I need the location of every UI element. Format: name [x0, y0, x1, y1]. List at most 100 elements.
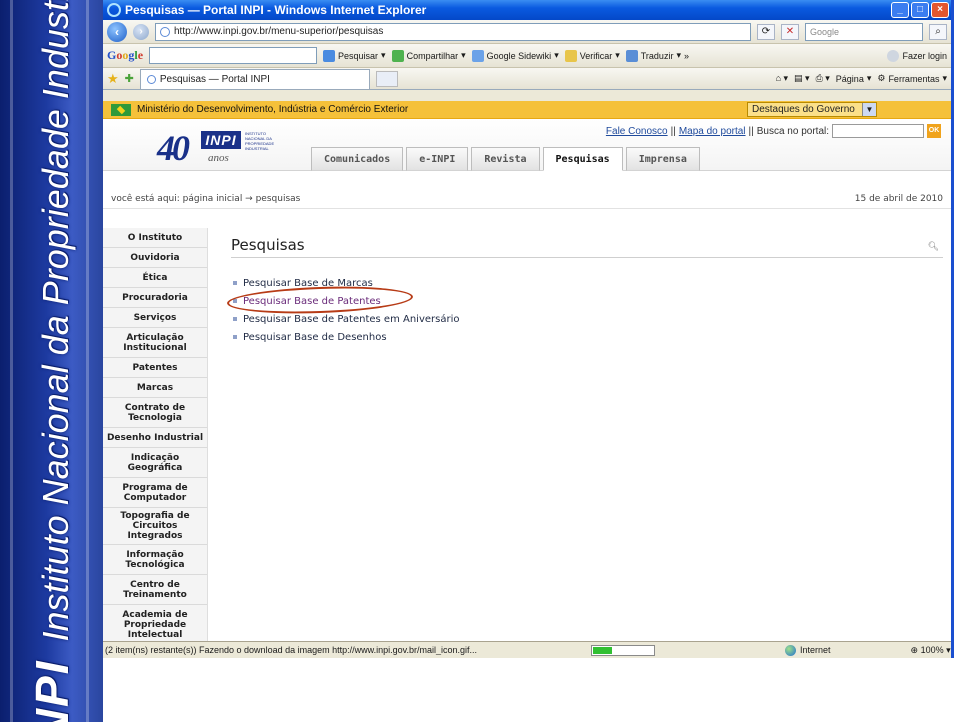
security-zone[interactable]: Internet: [785, 644, 831, 656]
browser-tab[interactable]: Pesquisas — Portal INPI: [139, 68, 370, 89]
verificar-button[interactable]: Verificar ▾: [564, 49, 620, 62]
window-title: Pesquisas — Portal INPI - Windows Intern…: [125, 3, 427, 17]
sidebar-item-topografia[interactable]: Topografia de Circuitos Integrados: [103, 508, 207, 545]
google-logo: Google: [107, 48, 144, 62]
ministry-label: Ministério do Desenvolvimento, Indústria…: [137, 104, 409, 115]
browser-search-input[interactable]: Google: [805, 22, 923, 41]
sidebar-item-academia[interactable]: Academia de Propriedade Intelectual: [103, 605, 207, 641]
traduzir-button[interactable]: Traduzir ▾ »: [625, 49, 689, 62]
search-ok-button[interactable]: OK: [927, 124, 941, 138]
tools-menu[interactable]: ⚙ Ferramentas ▾: [877, 73, 947, 84]
government-highlights-select[interactable]: Destaques do Governo ▼: [747, 102, 877, 117]
sidebar-item-procuradoria[interactable]: Procuradoria: [103, 288, 207, 308]
forward-button[interactable]: ›: [133, 23, 149, 40]
government-bar: Ministério do Desenvolvimento, Indústria…: [103, 101, 951, 119]
main-nav-tabs: Comunicados e-INPI Revista Pesquisas Imp…: [311, 147, 700, 171]
sidebar-item-indicacao[interactable]: Indicação Geográfica: [103, 448, 207, 478]
tab-pesquisas[interactable]: Pesquisas: [542, 147, 623, 171]
tab-comunicados[interactable]: Comunicados: [311, 147, 404, 171]
current-date: 15 de abril de 2010: [854, 193, 943, 204]
sidebar-item-programa[interactable]: Programa de Computador: [103, 478, 207, 508]
tab-imprensa[interactable]: Imprensa: [625, 147, 700, 171]
list-item[interactable]: Pesquisar Base de Patentes: [226, 283, 943, 317]
logo-subtitle: INSTITUTO NACIONAL DA PROPRIEDADE INDUST…: [245, 131, 275, 151]
page-menu[interactable]: Página ▾: [836, 73, 872, 84]
sidebar-item-o-instituto[interactable]: O Instituto: [103, 228, 207, 248]
mapa-portal-link[interactable]: Mapa do portal: [679, 126, 746, 137]
search-icon[interactable]: ⌕: [929, 23, 947, 40]
back-button[interactable]: ‹: [107, 21, 127, 42]
tab-e-inpi[interactable]: e-INPI: [406, 147, 469, 171]
tab-row: ★ ✚ Pesquisas — Portal INPI ⌂ ▾ ▤ ▾ ⎙ ▾ …: [103, 68, 951, 90]
tab-page-icon: [146, 74, 156, 84]
banner-logo: INPI: [26, 659, 78, 722]
sidebar-item-marcas[interactable]: Marcas: [103, 378, 207, 398]
site-header: 40 INPI INSTITUTO NACIONAL DA PROPRIEDAD…: [103, 119, 951, 171]
minimize-button[interactable]: _: [891, 2, 909, 18]
compartilhar-button[interactable]: Compartilhar ▾: [391, 49, 466, 62]
address-bar[interactable]: http://www.inpi.gov.br/menu-superior/pes…: [155, 22, 751, 41]
zoom-level[interactable]: ⊕ 100% ▾: [911, 645, 951, 656]
breadcrumb-text: você está aqui: página inicial → pesquis…: [111, 193, 301, 204]
brazil-flag-icon: [111, 103, 131, 116]
portal-search-input[interactable]: [832, 124, 924, 138]
breadcrumb: você está aqui: página inicial → pesquis…: [103, 189, 951, 209]
logo-40: 40: [157, 128, 190, 168]
list-item[interactable]: Pesquisar Base de Desenhos: [233, 328, 943, 346]
status-bar: (2 item(ns) restante(s)) Fazendo o downl…: [103, 641, 951, 658]
refresh-icon[interactable]: ⟳: [757, 23, 775, 40]
page-viewport: Ministério do Desenvolvimento, Indústria…: [103, 101, 951, 641]
title-bar: Pesquisas — Portal INPI - Windows Intern…: [103, 0, 951, 20]
stop-icon[interactable]: ✕: [781, 23, 799, 40]
list-item[interactable]: Pesquisar Base de Patentes em Aniversári…: [233, 310, 943, 328]
sidebar-item-centro[interactable]: Centro de Treinamento: [103, 575, 207, 605]
banner-title: Instituto Nacional da Propriedade Indust…: [35, 0, 76, 642]
progress-fill: [593, 646, 612, 654]
print-icon[interactable]: ⎙ ▾: [816, 73, 830, 84]
sidebar-menu: O Instituto Ouvidoria Ética Procuradoria…: [103, 228, 208, 641]
progress-bar: [591, 644, 655, 656]
busca-label: Busca no portal:: [756, 125, 829, 137]
home-icon[interactable]: ⌂ ▾: [776, 73, 788, 84]
ie-icon: [107, 3, 121, 17]
link-base-desenhos[interactable]: Pesquisar Base de Desenhos: [243, 332, 387, 343]
google-toolbar: Google Pesquisar ▾ Compartilhar ▾ Google…: [103, 44, 951, 68]
sidebar-item-servicos[interactable]: Serviços: [103, 308, 207, 328]
browser-window: Pesquisas — Portal INPI - Windows Intern…: [103, 0, 954, 658]
tab-revista[interactable]: Revista: [471, 147, 540, 171]
google-search-input[interactable]: [149, 47, 318, 64]
maximize-button[interactable]: □: [911, 2, 929, 18]
top-links: Fale Conosco || Mapa do portal || Busca …: [605, 124, 941, 138]
sidebar-item-desenho-industrial[interactable]: Desenho Industrial: [103, 428, 207, 448]
close-button[interactable]: ×: [931, 2, 949, 18]
sidebar-item-informacao[interactable]: Informação Tecnológica: [103, 545, 207, 575]
sidewiki-button[interactable]: Google Sidewiki ▾: [471, 49, 559, 62]
page-icon: [160, 26, 170, 37]
bullet-icon: [233, 281, 237, 285]
sidebar-item-patentes[interactable]: Patentes: [103, 358, 207, 378]
sidebar-item-contrato[interactable]: Contrato de Tecnologia: [103, 398, 207, 428]
logo-anos: anos: [208, 152, 229, 164]
sidebar-item-etica[interactable]: Ética: [103, 268, 207, 288]
favorites-star-icon[interactable]: ★: [107, 71, 119, 87]
link-base-patentes-aniversario[interactable]: Pesquisar Base de Patentes em Aniversári…: [243, 314, 459, 325]
bullet-icon: [233, 335, 237, 339]
login-button[interactable]: Fazer login: [887, 49, 947, 62]
status-message: (2 item(ns) restante(s)) Fazendo o downl…: [105, 645, 477, 655]
chevron-down-icon: ▼: [862, 103, 876, 116]
magnifier-icon[interactable]: 🔍︎: [928, 242, 939, 252]
banner-text: INPI Instituto Nacional da Propriedade In…: [25, 0, 79, 722]
feeds-icon[interactable]: ▤ ▾: [794, 73, 810, 84]
pesquisar-button[interactable]: Pesquisar ▾: [323, 49, 386, 62]
search-links-list: Pesquisar Base de Marcas Pesquisar Base …: [226, 274, 943, 346]
address-bar-row: ‹ › http://www.inpi.gov.br/menu-superior…: [103, 20, 951, 44]
fale-conosco-link[interactable]: Fale Conosco: [606, 126, 668, 137]
slide-banner: INPI Instituto Nacional da Propriedade In…: [0, 0, 103, 722]
address-text: http://www.inpi.gov.br/menu-superior/pes…: [174, 26, 384, 37]
new-tab-button[interactable]: [375, 70, 398, 87]
inpi-logo[interactable]: INPI: [201, 131, 241, 149]
add-favorites-icon[interactable]: ✚: [125, 72, 134, 85]
sidebar-item-ouvidoria[interactable]: Ouvidoria: [103, 248, 207, 268]
sidebar-item-articulacao[interactable]: Articulação Institucional: [103, 328, 207, 358]
main-content: Pesquisas 🔍︎ Pesquisar Base de Marcas Pes…: [226, 236, 943, 346]
